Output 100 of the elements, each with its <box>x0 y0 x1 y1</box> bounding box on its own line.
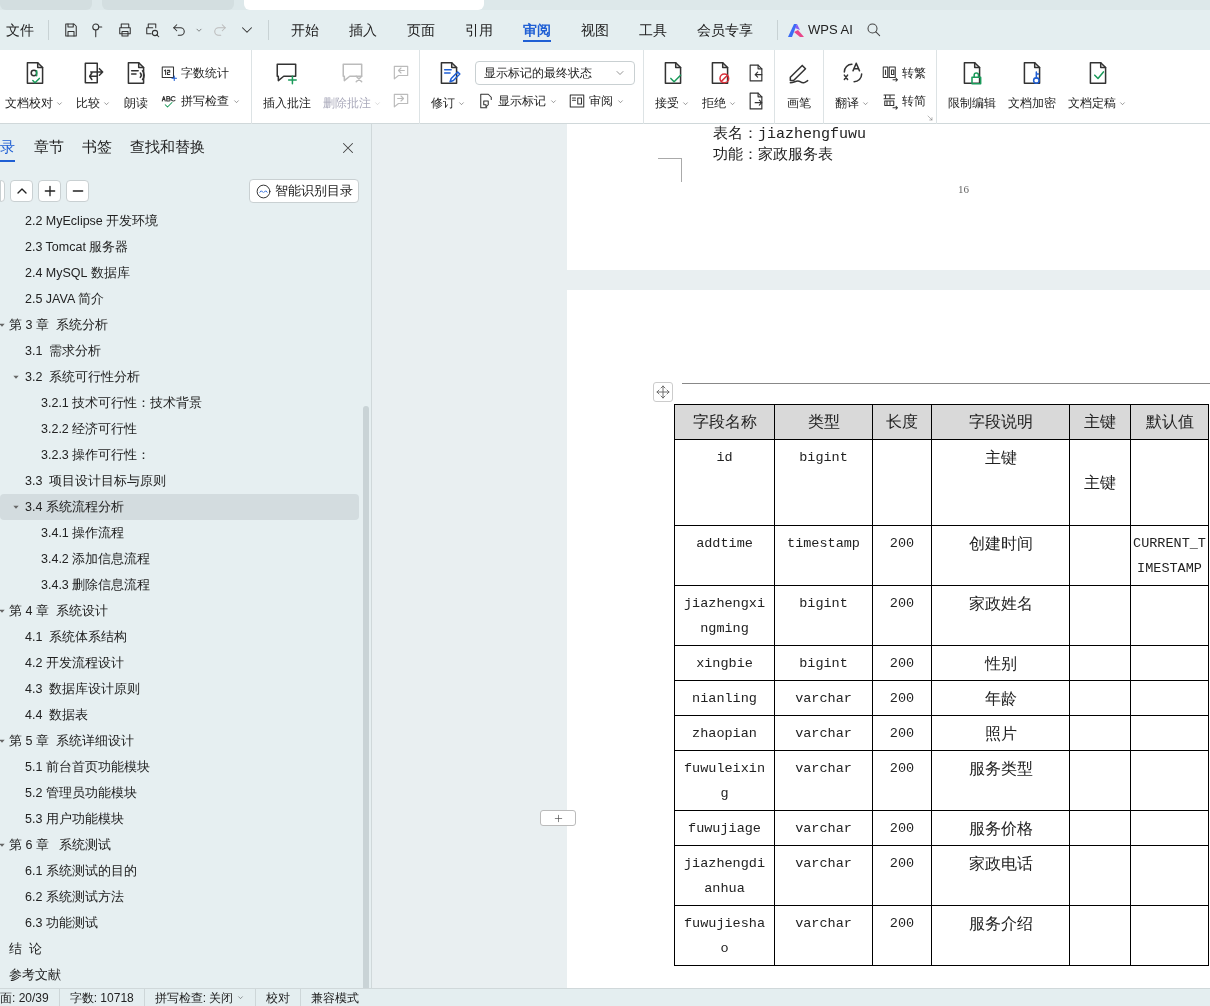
file-menu[interactable]: 文件 <box>0 16 40 44</box>
outline-item[interactable]: 3.4 系统流程分析 <box>0 494 359 520</box>
table-cell: bigint <box>774 585 873 646</box>
ribbon-button[interactable]: 朗读 <box>118 50 154 124</box>
outline-item[interactable]: 4.2 开发流程设计 <box>0 650 359 676</box>
ribbon-button[interactable]: 文档校对 <box>0 50 69 124</box>
expand-triangle-icon[interactable] <box>0 841 6 849</box>
outline-item[interactable]: 5.3 用户功能模块 <box>0 806 359 832</box>
status-item[interactable]: 面: 20/39 <box>0 989 59 1006</box>
panel-tab[interactable]: 书签 <box>73 124 121 172</box>
ribbon-tab[interactable]: 引用 <box>451 10 507 50</box>
outline-item[interactable]: 4.4 数据表 <box>0 702 359 728</box>
ribbon-tab[interactable]: 工具 <box>625 10 681 50</box>
wps-ai-button[interactable]: WPS AI <box>786 16 855 44</box>
table-cell: 200 <box>872 905 932 966</box>
outline-item[interactable]: 结 论 <box>0 936 359 962</box>
ribbon-button[interactable]: 插入批注 <box>258 50 316 124</box>
expand-triangle-icon[interactable] <box>0 737 6 745</box>
outline-item[interactable]: 2.3 Tomcat 服务器 <box>0 234 359 260</box>
status-item[interactable]: 校对 <box>255 989 301 1006</box>
expand-triangle-icon[interactable] <box>0 607 6 615</box>
outline-item[interactable]: 3.4.2 添加信息流程 <box>0 546 359 572</box>
ribbon-tab[interactable]: 会员专享 <box>683 10 767 50</box>
table-cell: 200 <box>872 845 932 906</box>
ribbon-button[interactable]: 修订 <box>426 50 471 124</box>
ribbon-button[interactable]: 文档加密 <box>1003 50 1061 124</box>
outline-item[interactable]: 参考文献 <box>0 962 359 988</box>
ribbon-button[interactable]: 翻译 <box>830 50 875 124</box>
outline-item[interactable]: 第 6 章 系统测试 <box>0 832 359 858</box>
outline-item[interactable]: 6.3 功能测试 <box>0 910 359 936</box>
scrollbar[interactable] <box>363 406 369 988</box>
status-item[interactable]: 拼写检查: 关闭 <box>143 989 256 1006</box>
expand-triangle-icon[interactable] <box>12 503 20 511</box>
outline-item[interactable]: 6.2 系统测试方法 <box>0 884 359 910</box>
markup-state-dropdown[interactable]: 显示标记的最终状态 <box>475 61 635 85</box>
plus-icon[interactable] <box>552 812 564 824</box>
outline-item[interactable]: 3.1 需求分析 <box>0 338 359 364</box>
outline-item[interactable]: 2.4 MySQL 数据库 <box>0 260 359 286</box>
outline-item[interactable]: 3.2.1 技术可行性：技术背景 <box>0 390 359 416</box>
outline-item[interactable]: 第 5 章 系统详细设计 <box>0 728 359 754</box>
table-cell: timestamp <box>774 525 873 586</box>
ribbon-tab[interactable]: 视图 <box>567 10 623 50</box>
ribbon-button[interactable]: 限制编辑 <box>943 50 1001 124</box>
page-number: 16 <box>958 182 969 197</box>
outline-item[interactable]: 3.4.3 删除信息流程 <box>0 572 359 598</box>
table-cell: 200 <box>872 715 932 751</box>
ribbon-button[interactable]: 显示标记 <box>475 89 560 113</box>
outline-item[interactable]: 3.2.3 操作可行性： <box>0 442 359 468</box>
ribbon-button[interactable]: 审阅 <box>566 89 627 113</box>
ribbon-button[interactable]: 字数统计 <box>158 61 243 85</box>
outline-item[interactable]: 6.1 系统测试的目的 <box>0 858 359 884</box>
table-cell: CURRENT_TIMESTAMP <box>1130 525 1209 586</box>
outline-item[interactable]: 第 3 章 系统分析 <box>0 312 359 338</box>
table-cell: 200 <box>872 645 932 681</box>
outline-item[interactable]: 2.5 JAVA 简介 <box>0 286 359 312</box>
expand-triangle-icon[interactable] <box>0 321 6 329</box>
ribbon-button[interactable]: 转繁 <box>879 61 928 85</box>
outline-item[interactable]: 4.3 数据库设计原则 <box>0 676 359 702</box>
ribbon-button[interactable]: 画笔 <box>781 50 817 124</box>
print-icon[interactable] <box>116 21 134 39</box>
ribbon-tab[interactable]: 插入 <box>335 10 391 50</box>
column-header: 字段名称 <box>674 404 775 440</box>
smart-toc-button[interactable]: 智能识别目录 <box>249 179 359 203</box>
ribbon-button[interactable]: 转简 <box>879 89 928 113</box>
outline-item[interactable]: 3.2.2 经济可行性 <box>0 416 359 442</box>
ribbon-tab[interactable]: 页面 <box>393 10 449 50</box>
outline-item[interactable]: 3.4.1 操作流程 <box>0 520 359 546</box>
ribbon-button[interactable]: 拼写检查 <box>158 89 243 113</box>
simplified-to-traditional-icon <box>881 64 899 82</box>
outline-item[interactable]: 5.2 管理员功能模块 <box>0 780 359 806</box>
outline-item[interactable]: 2.2 MyEclipse 开发环境 <box>0 208 359 234</box>
status-item[interactable]: 兼容模式 <box>300 989 370 1006</box>
ribbon-button[interactable]: 拒绝 <box>697 50 742 124</box>
outline-item[interactable]: 4.1 系统体系结构 <box>0 624 359 650</box>
outline-item[interactable]: 3.3 项目设计目标与原则 <box>0 468 359 494</box>
move-handle-icon[interactable] <box>655 384 671 400</box>
table-cell: addtime <box>674 525 775 586</box>
ai-logo-icon <box>788 23 804 37</box>
table-cell: zhaopian <box>674 715 775 751</box>
expand-triangle-icon[interactable] <box>12 373 20 381</box>
ribbon-tab[interactable]: 审阅 <box>509 10 565 50</box>
panel-tab[interactable]: 查找和替换 <box>121 124 214 172</box>
ribbon-tab[interactable]: 开始 <box>277 10 333 50</box>
panel-tab[interactable]: 章节 <box>25 124 73 172</box>
ribbon-button[interactable]: 比较 <box>71 50 116 124</box>
outline-item[interactable]: 5.1 前台首页功能模块 <box>0 754 359 780</box>
outline-item[interactable]: 第 4 章 系统设计 <box>0 598 359 624</box>
search-icon[interactable] <box>864 21 883 39</box>
status-item[interactable]: 字数: 10718 <box>58 989 144 1006</box>
panel-tab[interactable]: 录 <box>0 124 25 172</box>
outline-item[interactable]: 3.2 系统可行性分析 <box>0 364 359 390</box>
table-cell: nianling <box>674 680 775 716</box>
table-cell: varchar <box>774 715 873 751</box>
ribbon-button[interactable]: 接受 <box>650 50 695 124</box>
ribbon-button[interactable]: 文档定稿 <box>1063 50 1132 124</box>
print-preview-icon[interactable] <box>143 21 161 39</box>
table-cell <box>1069 845 1131 906</box>
save-icon[interactable] <box>62 21 80 39</box>
review-pane-icon <box>568 92 586 110</box>
undo-icon[interactable] <box>170 21 188 39</box>
